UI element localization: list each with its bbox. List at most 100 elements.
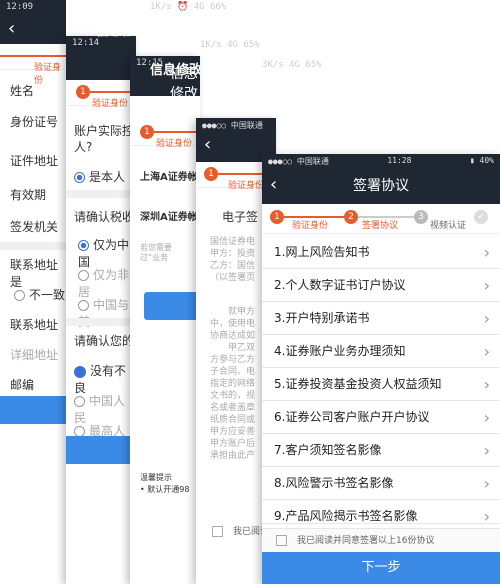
s1-nav-title: 信息修改 — [96, 24, 149, 39]
list-item[interactable]: 6.证券公司客户账户开户协议 › — [262, 401, 500, 434]
s3-nav-title: 选择市场 — [230, 104, 283, 119]
doc-line: 国信证券电 — [210, 237, 256, 247]
list-item[interactable]: 9.产品风险揭示书签名影像 › — [262, 500, 500, 524]
list-item[interactable]: 5.证券投资基金投资人权益须知 › — [262, 368, 500, 401]
radio-icon — [14, 290, 25, 301]
item-label: 7.客户须知签名影像 — [274, 443, 382, 457]
doc-line: 乙方：国信 — [210, 261, 256, 271]
warm-tip-text: • 默认开通98 — [140, 485, 190, 494]
header-bar: 12:09 ‹ — [0, 0, 66, 44]
agree-checkbox[interactable]: 我已阅读 — [212, 524, 269, 537]
step-bar: 验证身份 — [0, 44, 66, 86]
doc-line: 甲方账户后 — [210, 439, 256, 449]
item-label: 8.风险警示书签名影像 — [274, 476, 394, 490]
label-contact-address: 联系地址 — [10, 318, 59, 332]
doc-line: （以签署页 — [210, 273, 256, 283]
input-detail-address[interactable]: 详细地址 — [10, 346, 58, 363]
submit-button[interactable] — [66, 436, 136, 464]
radio-icon — [74, 396, 85, 407]
step-dot-1: 1 — [270, 210, 284, 224]
option-self[interactable]: 是本人 — [74, 168, 125, 185]
chevron-right-icon: › — [483, 243, 490, 262]
list-item[interactable]: 7.客户须知签名影像 › — [262, 434, 500, 467]
list-item[interactable]: 2.个人数字证书订户协议 › — [262, 269, 500, 302]
doc-line: 中，使用电 — [210, 319, 256, 329]
option-china-only[interactable]: 仅为中国 — [78, 236, 136, 270]
doc-line: 指定的网络 — [210, 379, 256, 389]
s3-back-arrow-icon[interactable]: ‹ — [140, 98, 147, 119]
status-time: 11:28 — [387, 156, 412, 165]
doc-line: 甲方：投资 — [210, 249, 256, 259]
status-bar: 12:09 — [0, 0, 66, 16]
step-label-1: 验证身份 — [292, 221, 329, 231]
doc-line: 甲方应妥善 — [210, 427, 256, 437]
doc-body: 国信证券电 甲方：投资 乙方：国信 （以签署页 就甲方 中，使用电 协商达成如 … — [210, 236, 255, 462]
screen-info-edit-2: 12:14 1 验证身份 账户实际控 人? 是本人 请确认税收 仅为中国 仅为非… — [66, 36, 136, 584]
doc-heading: 电子签 — [222, 210, 259, 224]
step-line — [0, 55, 66, 57]
label-name: 姓名 — [10, 84, 35, 98]
agree-checkbox[interactable]: 我已阅读并同意签署以上16份协议 — [262, 528, 500, 552]
page-title: 签署协议 — [353, 178, 409, 194]
s1-headset-icon[interactable]: ☊ — [236, 18, 248, 34]
list-item[interactable]: 3.开户特别承诺书 › — [262, 302, 500, 335]
step-dot-3: 3 — [414, 210, 428, 224]
item-label: 9.产品风险揭示书签名影像 — [274, 509, 418, 523]
radio-icon — [78, 300, 89, 311]
separator — [66, 318, 136, 326]
market-shenzhen-a[interactable]: 深圳A证券帐 — [140, 208, 198, 223]
step-dot: 1 — [140, 125, 154, 139]
item-label: 1.网上风险告知书 — [274, 245, 370, 259]
status-time: 12:09 — [6, 2, 34, 12]
step-label: 验证身份 — [34, 63, 62, 86]
carrier-label: ●●●○○ 中国联通 — [202, 121, 263, 130]
battery-label: 40% — [479, 156, 494, 165]
next-button[interactable]: 下一步 — [262, 552, 500, 584]
option-inconsistent[interactable]: 不一致 — [14, 286, 65, 303]
separator — [0, 242, 66, 250]
agree-label: 我已阅读并同意签署以上16份协议 — [297, 536, 435, 546]
item-label: 6.证券公司客户账户开户协议 — [274, 410, 430, 424]
option-non-resident[interactable]: 仅为非居 — [78, 266, 136, 300]
back-arrow-icon[interactable]: ‹ — [8, 18, 15, 39]
s4-battery: ▮ 40% — [396, 120, 424, 130]
screen-info-edit-3: 12:15 信息修改 1 验证身份 上海A证券帐 深圳A证券帐 若您需要 过“业… — [130, 56, 200, 584]
list-item[interactable]: 8.风险警示书签名影像 › — [262, 467, 500, 500]
step-bar: 1 验证身份 — [130, 120, 200, 149]
confirm-button[interactable] — [144, 292, 200, 320]
s4-time: 11:28 — [306, 120, 332, 130]
chevron-right-icon: › — [483, 441, 490, 460]
doc-line: 纸质合同或 — [210, 415, 256, 425]
list-item[interactable]: 1.网上风险告知书 › — [262, 236, 500, 269]
status-time: 12:14 — [72, 38, 100, 48]
chevron-right-icon: › — [483, 408, 490, 427]
chevron-right-icon: › — [483, 309, 490, 328]
option-no-record[interactable]: 没有不良 — [74, 362, 136, 396]
label-postcode: 邮编 — [10, 378, 35, 392]
label-id-number: 身份证号 — [10, 115, 59, 129]
market-shanghai-a[interactable]: 上海A证券帐 — [140, 168, 198, 183]
header-bar: ●●●○○ 中国联通 11:28 ▮ 40% ‹ 签署协议 — [262, 154, 500, 204]
doc-line: 方参与乙方 — [210, 355, 256, 365]
radio-selected-icon — [78, 240, 89, 251]
option-pboc[interactable]: 中国人民 — [74, 392, 136, 426]
submit-button[interactable] — [0, 396, 66, 424]
question-controller-cont: 人? — [74, 140, 93, 154]
step-label: 验证身份 — [156, 139, 193, 149]
screen-info-edit-1: 12:09 ‹ 验证身份 姓名 身份证号 证件地址 有效期 签发机关 联系地址是… — [0, 0, 66, 584]
status-bar: ●●●○○ 中国联通 11:28 ▮ 40% — [262, 154, 500, 170]
step-label: 验证身份 — [228, 181, 265, 191]
checkbox-icon — [276, 535, 287, 546]
checkbox-icon — [212, 526, 223, 537]
s3-headset-icon[interactable]: ☊ — [346, 76, 358, 92]
separator — [66, 190, 136, 198]
doc-line: 名或者盖章 — [210, 403, 256, 413]
step-label-3: 视频认证 — [430, 221, 467, 231]
radio-icon — [78, 270, 89, 281]
list-item[interactable]: 4.证券账户业务办理须知 › — [262, 335, 500, 368]
chevron-right-icon: › — [483, 276, 490, 295]
question-tax: 请确认税收 — [74, 210, 135, 224]
step-dot: 1 — [204, 167, 218, 181]
doc-line: 就甲方 — [228, 307, 256, 317]
battery-icon: ▮ — [469, 156, 475, 165]
